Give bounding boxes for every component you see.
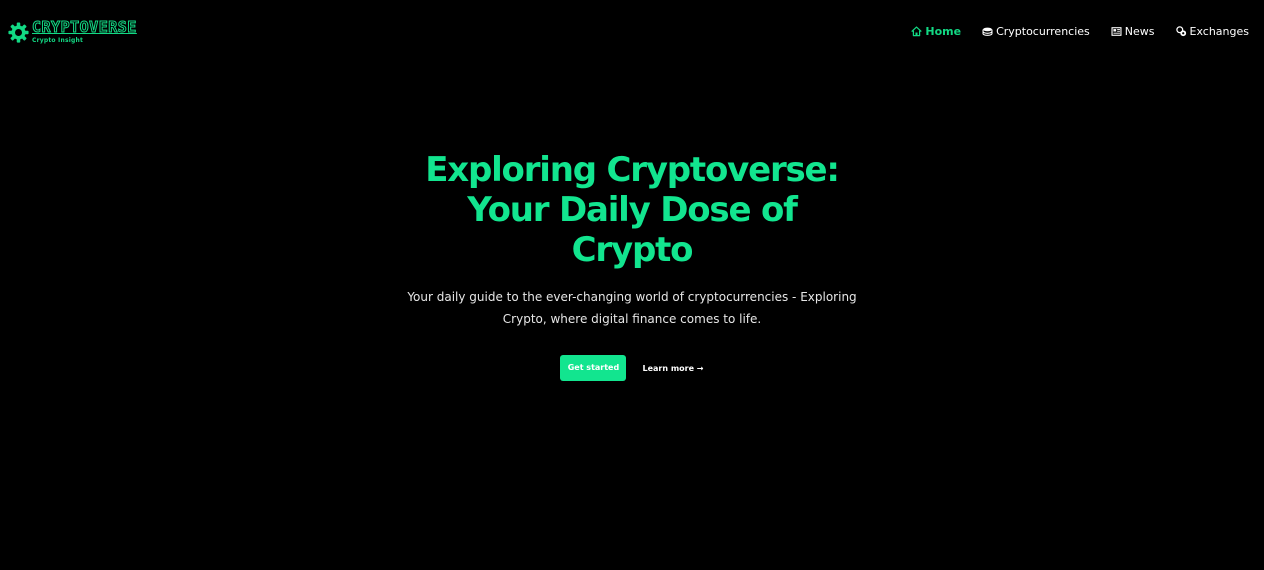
brand-tagline: Crypto Insight (32, 37, 84, 44)
learn-more-link[interactable]: Learn more → (642, 364, 703, 373)
nav-item-home[interactable]: Home (911, 25, 961, 38)
nav-item-cryptocurrencies[interactable]: Cryptocurrencies (982, 25, 1090, 38)
brand-name: CRYPTOVERSE (32, 18, 137, 36)
nav-item-label: Exchanges (1189, 25, 1249, 38)
hero-subtitle: Your daily guide to the ever-changing wo… (407, 290, 857, 326)
hero-title: Exploring Cryptoverse: Your Daily Dose o… (425, 150, 840, 270)
brand-text: CRYPTOVERSE Crypto Insight (32, 18, 137, 44)
gear-icon (8, 22, 29, 43)
header: CRYPTOVERSE Crypto Insight Home Cryptocu… (0, 0, 1264, 64)
brand-logo[interactable]: CRYPTOVERSE Crypto Insight (8, 18, 137, 44)
page: CRYPTOVERSE Crypto Insight Home Cryptocu… (0, 0, 1264, 570)
exchange-icon (1175, 26, 1186, 37)
newspaper-icon (1111, 27, 1122, 36)
hero-section: Exploring Cryptoverse: Your Daily Dose o… (0, 150, 1264, 381)
coins-icon (982, 27, 993, 36)
nav-item-label: Cryptocurrencies (996, 25, 1090, 38)
home-icon (911, 26, 922, 37)
nav-item-label: News (1124, 25, 1155, 38)
cta-row: Get started Learn more → (0, 355, 1264, 381)
main-nav: Home Cryptocurrencies News Exchanges (890, 25, 1249, 38)
nav-item-exchanges[interactable]: Exchanges (1175, 25, 1249, 38)
nav-item-label: Home (925, 25, 962, 38)
get-started-button[interactable]: Get started (560, 355, 627, 381)
nav-item-news[interactable]: News (1111, 25, 1155, 38)
